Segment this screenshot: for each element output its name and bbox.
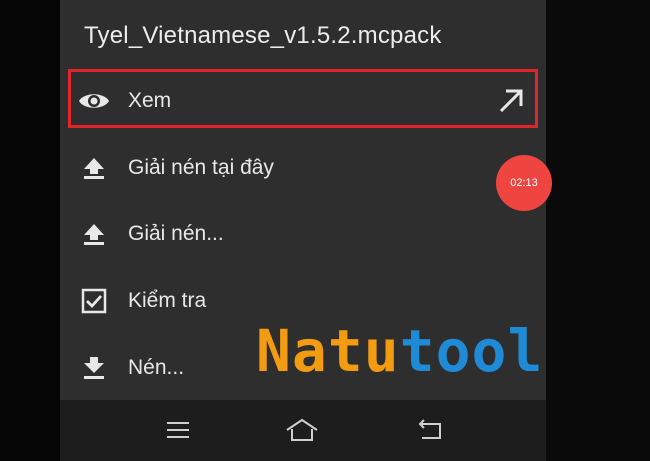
selection-highlight — [68, 69, 538, 128]
upload-icon — [78, 152, 110, 184]
watermark-part2: tool — [399, 317, 544, 385]
natutool-watermark: Natutool — [256, 322, 543, 380]
dialog-title: Tyel_Vietnamese_v1.5.2.mcpack — [84, 22, 442, 49]
floating-timer-bubble[interactable]: 02:13 — [496, 155, 552, 211]
download-icon — [78, 352, 110, 384]
background-left — [0, 0, 60, 461]
upload-icon — [78, 218, 110, 250]
menu-icon[interactable] — [164, 416, 194, 444]
navigation-bar — [60, 400, 546, 461]
menu-item-label: Giải nén tại đây — [128, 156, 274, 179]
timer-text: 02:13 — [510, 177, 538, 189]
menu-item-extract[interactable]: Giải nén... — [60, 201, 546, 267]
menu-item-extract-here[interactable]: Giải nén tại đây — [60, 135, 546, 201]
checkbox-icon — [78, 285, 110, 317]
watermark-part1: Natu — [256, 317, 400, 385]
back-icon[interactable] — [416, 416, 446, 444]
menu-item-label: Kiểm tra — [128, 289, 207, 312]
background-right — [546, 0, 650, 461]
menu-item-label: Giải nén... — [128, 222, 224, 245]
home-icon[interactable] — [284, 416, 320, 444]
